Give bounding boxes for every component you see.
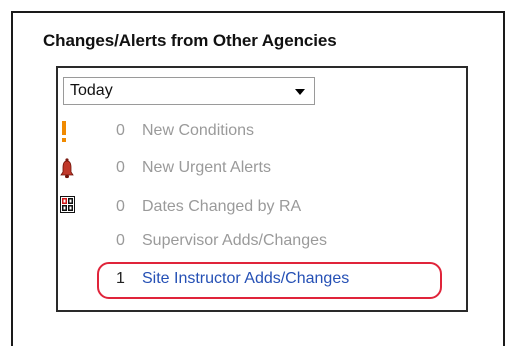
- alert-row-dates-changed: 0 Dates Changed by RA: [60, 196, 460, 220]
- alert-row-site-instructor-adds[interactable]: 1 Site Instructor Adds/Changes: [60, 268, 460, 292]
- alert-label: New Conditions: [142, 122, 255, 139]
- alert-count: 0: [116, 198, 125, 215]
- alert-row-new-conditions: 0 New Conditions: [60, 120, 460, 144]
- alert-label: New Urgent Alerts: [142, 159, 271, 176]
- period-select-value: Today: [70, 82, 113, 99]
- panel-title: Changes/Alerts from Other Agencies: [43, 31, 337, 50]
- site-instructor-adds-link[interactable]: Site Instructor Adds/Changes: [142, 270, 349, 288]
- alert-count: 1: [116, 270, 125, 287]
- calendar-dates-icon: [60, 196, 84, 220]
- alert-count: 0: [116, 159, 125, 176]
- period-select[interactable]: Today: [63, 77, 315, 105]
- chevron-down-icon[interactable]: [295, 89, 305, 95]
- alert-count: 0: [116, 122, 125, 139]
- alert-label: Dates Changed by RA: [142, 198, 302, 215]
- alert-count: 0: [116, 232, 125, 249]
- bell-icon: [60, 157, 84, 181]
- alert-row-supervisor-adds: 0 Supervisor Adds/Changes: [60, 230, 460, 254]
- exclamation-icon: [60, 120, 84, 144]
- alert-label: Supervisor Adds/Changes: [142, 232, 327, 249]
- alert-row-new-urgent-alerts: 0 New Urgent Alerts: [60, 157, 460, 181]
